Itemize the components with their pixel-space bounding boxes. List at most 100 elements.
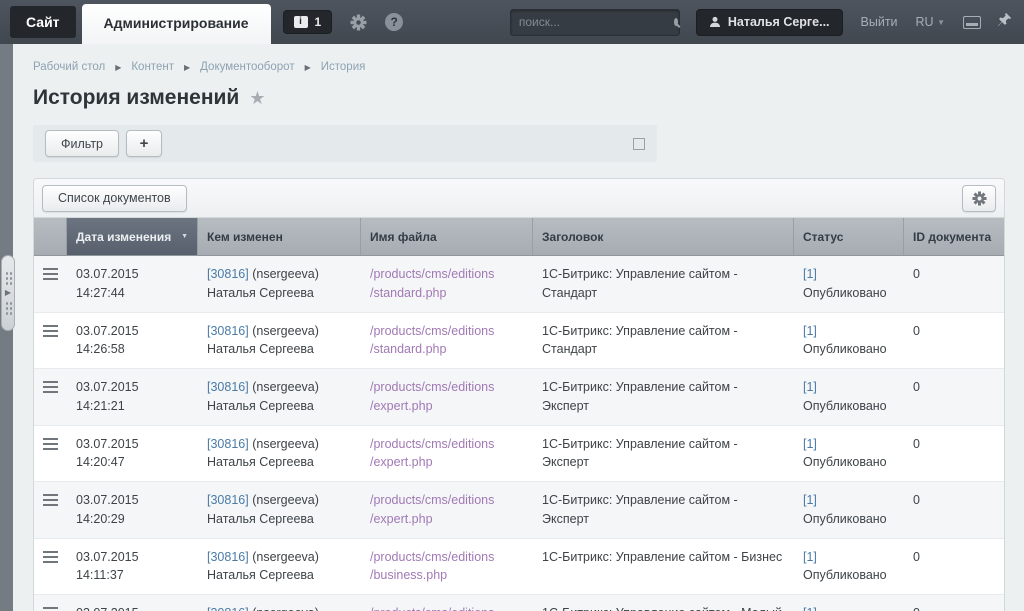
breadcrumb-item-desktop[interactable]: Рабочий стол: [33, 61, 105, 73]
search-input[interactable]: [519, 15, 674, 29]
filter-button[interactable]: Фильтр: [45, 130, 119, 157]
status-label: Опубликовано: [803, 342, 887, 356]
row-menu-icon[interactable]: [43, 551, 58, 563]
editor-id-link[interactable]: [30816]: [207, 437, 249, 451]
search-icon[interactable]: [674, 18, 678, 26]
cell-status: [1] Опубликовано: [794, 313, 904, 369]
status-label: Опубликовано: [803, 512, 887, 526]
column-header-date[interactable]: Дата изменения ▼: [67, 218, 198, 255]
editor-id-link[interactable]: [30816]: [207, 324, 249, 338]
drag-dots-icon: [5, 301, 12, 315]
cell-date: 03.07.2015 14:11:37: [67, 539, 198, 595]
editor-id-link[interactable]: [30816]: [207, 380, 249, 394]
left-menu-strip: ▶: [0, 44, 13, 611]
file-path-link[interactable]: /products/cms/editions: [370, 491, 524, 510]
documents-list-button[interactable]: Список документов: [42, 185, 187, 212]
editor-login: (nsergeeva): [252, 606, 319, 611]
table-row: 03.07.2015 14:21:21 [30816] (nsergeeva) …: [34, 369, 1004, 426]
row-menu-icon[interactable]: [43, 325, 58, 337]
cell-title: 1С-Битрикс: Управление сайтом - Стандарт: [533, 256, 794, 312]
logout-link[interactable]: Выйти: [861, 15, 898, 29]
notifications-button[interactable]: i 1: [283, 10, 333, 34]
status-code-link[interactable]: [1]: [803, 493, 817, 507]
file-name-link[interactable]: /standard.php: [370, 284, 524, 303]
search-box[interactable]: [510, 9, 680, 36]
cell-title: 1С-Битрикс: Управление сайтом - Эксперт: [533, 482, 794, 538]
row-menu-icon[interactable]: [43, 494, 58, 506]
row-menu-icon[interactable]: [43, 268, 58, 280]
editor-name: Наталья Сергеева: [207, 455, 314, 469]
tab-site[interactable]: Сайт: [10, 6, 76, 38]
sidebar-toggle[interactable]: ▶: [1, 255, 15, 331]
filter-panel: Фильтр +: [33, 125, 657, 162]
editor-id-link[interactable]: [30816]: [207, 493, 249, 507]
file-path-link[interactable]: /products/cms/editions: [370, 435, 524, 454]
favorite-star-icon[interactable]: ★: [249, 88, 265, 109]
cell-title: 1С-Битрикс: Управление сайтом - Стандарт: [533, 313, 794, 369]
date-value: 03.07.2015: [76, 324, 139, 338]
breadcrumb-item-workflow[interactable]: Документооборот: [200, 61, 294, 73]
cell-status: [1] Опубликовано: [794, 539, 904, 595]
row-menu-icon[interactable]: [43, 438, 58, 450]
cell-editor: [30816] (nsergeeva) Наталья Сергеева: [198, 369, 361, 425]
file-path-link[interactable]: /products/cms/editions: [370, 604, 524, 611]
editor-name: Наталья Сергеева: [207, 286, 314, 300]
language-selector[interactable]: RU ▼: [916, 15, 945, 29]
settings-gear-icon[interactable]: [350, 14, 367, 31]
filter-add-button[interactable]: +: [126, 130, 162, 157]
file-name-link[interactable]: /expert.php: [370, 397, 524, 416]
column-header-status[interactable]: Статус: [794, 218, 904, 255]
file-name-link[interactable]: /expert.php: [370, 510, 524, 529]
chevron-down-icon: ▼: [937, 18, 945, 27]
cell-doc-id: 0: [904, 539, 1004, 595]
breadcrumb-item-history[interactable]: История: [321, 61, 366, 73]
cell-editor: [30816] (nsergeeva) Наталья Сергеева: [198, 539, 361, 595]
column-header-title[interactable]: Заголовок: [533, 218, 794, 255]
cell-date: 03.07.2015 14:26:58: [67, 313, 198, 369]
table-row: 03.07.2015 14:11:37 [30816] (nsergeeva) …: [34, 539, 1004, 596]
grid-toolbar: Список документов: [34, 179, 1004, 218]
status-code-link[interactable]: [1]: [803, 437, 817, 451]
file-name-link[interactable]: /expert.php: [370, 453, 524, 472]
status-label: Опубликовано: [803, 286, 887, 300]
status-code-link[interactable]: [1]: [803, 267, 817, 281]
status-code-link[interactable]: [1]: [803, 550, 817, 564]
editor-id-link[interactable]: [30816]: [207, 550, 249, 564]
editor-id-link[interactable]: [30816]: [207, 267, 249, 281]
status-code-link[interactable]: [1]: [803, 380, 817, 394]
file-name-link[interactable]: /business.php: [370, 566, 524, 585]
column-header-filename[interactable]: Имя файла: [361, 218, 533, 255]
file-path-link[interactable]: /products/cms/editions: [370, 548, 524, 567]
editor-login: (nsergeeva): [252, 324, 319, 338]
cell-doc-id: 0: [904, 369, 1004, 425]
file-name-link[interactable]: /standard.php: [370, 340, 524, 359]
breadcrumb-separator-icon: ▶: [115, 63, 121, 72]
interface-settings-icon[interactable]: [963, 16, 981, 29]
breadcrumb-item-content[interactable]: Контент: [131, 61, 174, 73]
grid-panel: Список документов Дата изменения: [33, 178, 1005, 611]
column-header-doc-id[interactable]: ID документа: [904, 218, 1004, 255]
file-path-link[interactable]: /products/cms/editions: [370, 265, 524, 284]
tab-administration[interactable]: Администрирование: [82, 4, 271, 44]
row-menu-icon[interactable]: [43, 381, 58, 393]
pin-icon[interactable]: [997, 12, 1012, 32]
grid-settings-button[interactable]: [962, 185, 996, 212]
file-path-link[interactable]: /products/cms/editions: [370, 322, 524, 341]
help-icon[interactable]: ?: [385, 13, 403, 31]
filter-collapse-icon[interactable]: [633, 138, 645, 150]
column-header-editor[interactable]: Кем изменен: [198, 218, 361, 255]
row-menu-icon[interactable]: [43, 607, 58, 611]
file-path-link[interactable]: /products/cms/editions: [370, 378, 524, 397]
status-code-link[interactable]: [1]: [803, 324, 817, 338]
cell-editor: [30816] (nsergeeva) Наталья Сергеева: [198, 595, 361, 611]
user-menu-button[interactable]: Наталья Серге...: [696, 9, 843, 36]
status-code-link[interactable]: [1]: [803, 606, 817, 611]
gear-icon: [972, 191, 987, 206]
breadcrumb-separator-icon: ▶: [305, 63, 311, 72]
editor-id-link[interactable]: [30816]: [207, 606, 249, 611]
date-value: 03.07.2015: [76, 437, 139, 451]
cell-editor: [30816] (nsergeeva) Наталья Сергеева: [198, 426, 361, 482]
cell-status: [1] Опубликовано: [794, 482, 904, 538]
cell-date: 03.07.2015 14:20:29: [67, 482, 198, 538]
status-label: Опубликовано: [803, 455, 887, 469]
